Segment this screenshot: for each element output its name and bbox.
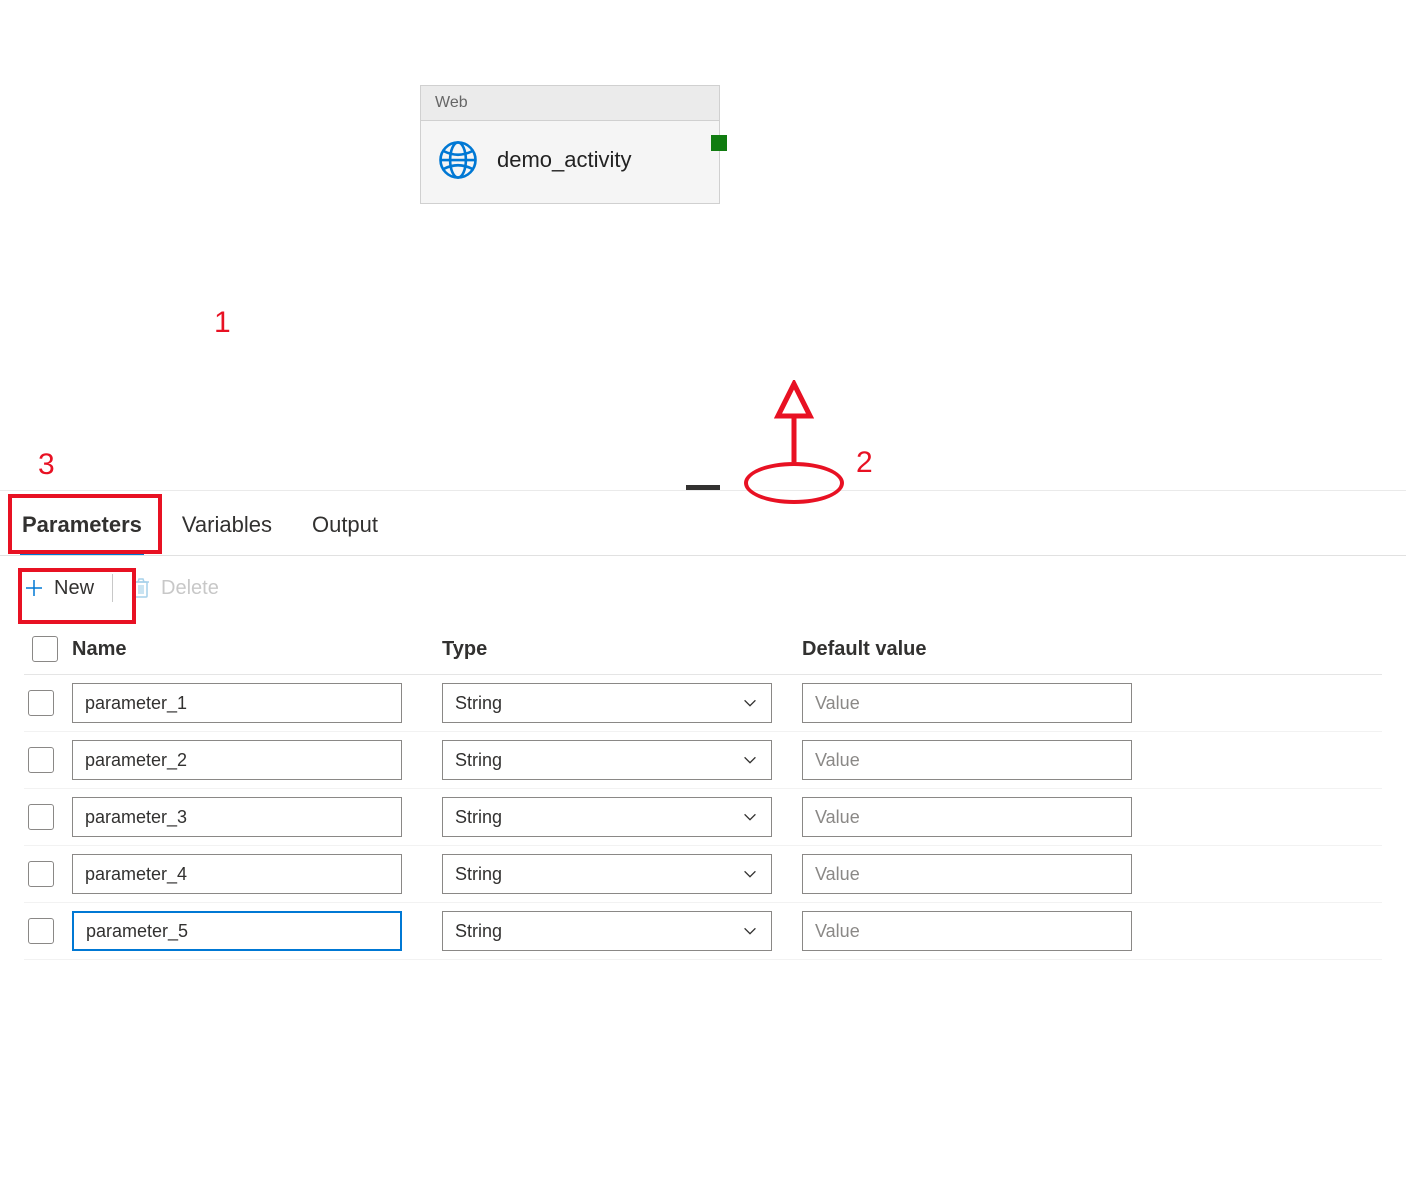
- parameter-default-input[interactable]: Value: [802, 683, 1132, 723]
- row-checkbox[interactable]: [28, 861, 54, 887]
- parameter-type-value: String: [455, 693, 502, 714]
- activity-success-handle[interactable]: [711, 135, 727, 151]
- parameters-toolbar: New Delete: [0, 556, 1406, 620]
- col-header-default: Default value: [802, 638, 1152, 661]
- row-checkbox[interactable]: [28, 918, 54, 944]
- parameter-name-input[interactable]: parameter_5: [72, 911, 402, 951]
- chevron-down-icon: [741, 694, 759, 712]
- col-header-name: Name: [72, 638, 442, 661]
- tab-variables[interactable]: Variables: [180, 506, 274, 555]
- table-row: parameter_5 String Value: [24, 903, 1382, 960]
- parameter-type-value: String: [455, 921, 502, 942]
- parameter-type-select[interactable]: String: [442, 911, 772, 951]
- new-button-label: New: [54, 577, 94, 600]
- select-all-checkbox[interactable]: [32, 636, 58, 662]
- panel-collapse-handle[interactable]: [686, 485, 720, 490]
- chevron-down-icon: [741, 751, 759, 769]
- activity-name: demo_activity: [497, 147, 632, 173]
- parameter-type-select[interactable]: String: [442, 797, 772, 837]
- parameter-type-select[interactable]: String: [442, 683, 772, 723]
- parameter-default-input[interactable]: Value: [802, 854, 1132, 894]
- activity-type-label: Web: [421, 86, 719, 121]
- row-checkbox[interactable]: [28, 804, 54, 830]
- parameter-type-value: String: [455, 807, 502, 828]
- parameter-name-input[interactable]: parameter_3: [72, 797, 402, 837]
- table-row: parameter_4 String Value: [24, 846, 1382, 903]
- activity-body[interactable]: demo_activity: [421, 121, 719, 203]
- tab-parameters[interactable]: Parameters: [20, 506, 144, 555]
- parameter-type-select[interactable]: String: [442, 740, 772, 780]
- parameters-table: Name Type Default value parameter_1 Strin…: [0, 620, 1406, 960]
- col-header-type: Type: [442, 638, 802, 661]
- parameter-default-input[interactable]: Value: [802, 797, 1132, 837]
- parameter-default-input[interactable]: Value: [802, 740, 1132, 780]
- web-activity-node[interactable]: Web demo_activity: [420, 85, 720, 204]
- chevron-down-icon: [741, 865, 759, 883]
- delete-parameter-button: Delete: [131, 577, 219, 600]
- table-row: parameter_3 String Value: [24, 789, 1382, 846]
- parameter-type-value: String: [455, 864, 502, 885]
- parameter-name-input[interactable]: parameter_4: [72, 854, 402, 894]
- chevron-down-icon: [741, 808, 759, 826]
- new-parameter-button[interactable]: New: [24, 577, 94, 600]
- bottom-panel-tabs: Parameters Variables Output: [0, 494, 1406, 556]
- globe-icon: [437, 139, 479, 181]
- pipeline-canvas[interactable]: Web demo_activity: [0, 0, 1406, 490]
- parameter-default-input[interactable]: Value: [802, 911, 1132, 951]
- table-row: parameter_2 String Value: [24, 732, 1382, 789]
- table-row: parameter_1 String Value: [24, 675, 1382, 732]
- parameter-name-input[interactable]: parameter_2: [72, 740, 402, 780]
- plus-icon: [24, 578, 44, 598]
- parameter-type-value: String: [455, 750, 502, 771]
- tab-output[interactable]: Output: [310, 506, 380, 555]
- parameter-type-select[interactable]: String: [442, 854, 772, 894]
- trash-icon: [131, 577, 151, 599]
- row-checkbox[interactable]: [28, 747, 54, 773]
- parameter-name-input[interactable]: parameter_1: [72, 683, 402, 723]
- row-checkbox[interactable]: [28, 690, 54, 716]
- chevron-down-icon: [741, 922, 759, 940]
- table-header-row: Name Type Default value: [24, 620, 1382, 675]
- delete-button-label: Delete: [161, 577, 219, 600]
- toolbar-separator: [112, 574, 113, 602]
- panel-resize-bar[interactable]: [0, 490, 1406, 494]
